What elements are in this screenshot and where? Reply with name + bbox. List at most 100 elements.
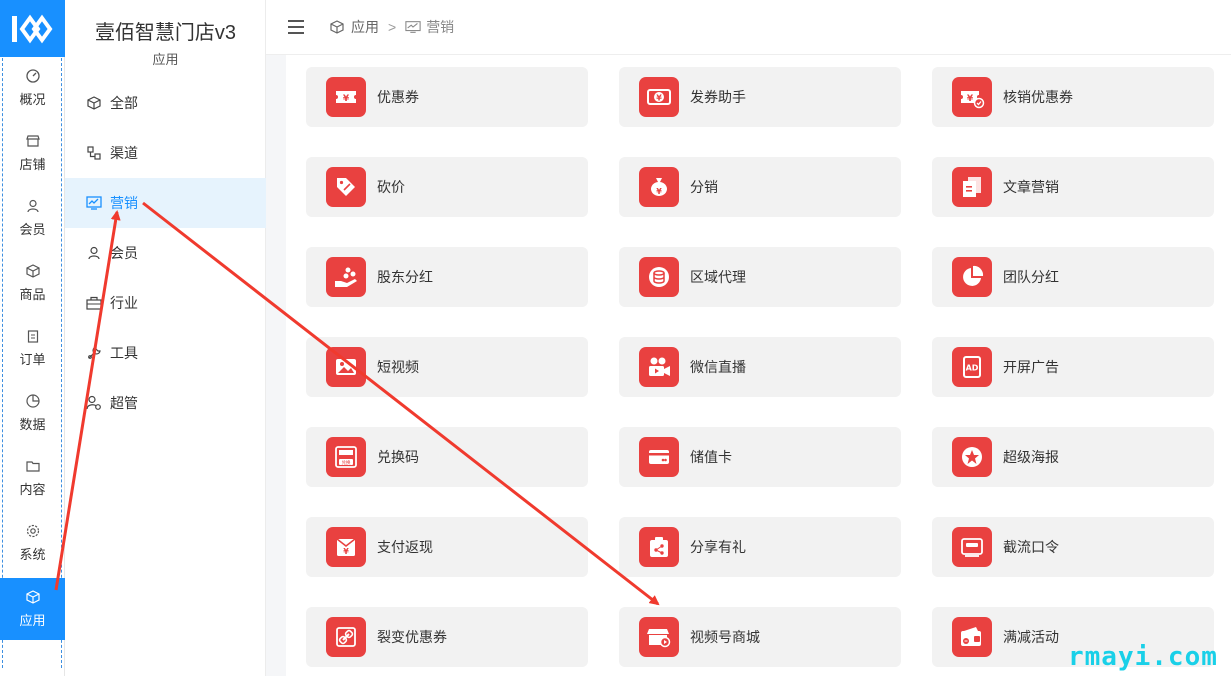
sidebar-item-channel[interactable]: 渠道 xyxy=(65,128,266,178)
app-card-label: 截流口令 xyxy=(1003,539,1059,555)
monitor-chart-icon xyxy=(86,195,102,211)
menu-toggle-icon[interactable] xyxy=(288,20,304,34)
sidebar-item-tools[interactable]: 工具 xyxy=(65,328,266,378)
sidebar-item-label: 营销 xyxy=(110,195,138,211)
store-icon xyxy=(25,133,41,149)
app-card-intercept-password[interactable]: 截流口令 xyxy=(932,517,1214,577)
breadcrumb-apps[interactable]: 应用 xyxy=(351,17,379,37)
pie-chart-icon xyxy=(952,257,992,297)
app-card-label: 储值卡 xyxy=(690,449,732,465)
sidebar-item-industry[interactable]: 行业 xyxy=(65,278,266,328)
app-card-viral-coupon[interactable]: 裂变优惠券 xyxy=(306,607,588,667)
briefcase-icon xyxy=(86,295,102,311)
sidebar-item-admin[interactable]: 超管 xyxy=(65,378,266,428)
shop-video-icon xyxy=(639,617,679,657)
rail-label: 内容 xyxy=(19,482,46,497)
app-card-short-video[interactable]: 短视频 xyxy=(306,337,588,397)
watermark: rmayi.com xyxy=(1068,642,1218,672)
app-card-label: 开屏广告 xyxy=(1003,359,1059,375)
rail-label: 系统 xyxy=(19,547,46,562)
money-bag-icon: ¥ xyxy=(639,167,679,207)
user-icon xyxy=(86,245,102,261)
coupon-check-icon: ¥ xyxy=(952,77,992,117)
rail-item-goods[interactable]: 商品 xyxy=(0,253,65,313)
app-card-label: 兑换码 xyxy=(377,449,419,465)
app-card-distribution[interactable]: ¥ 分销 xyxy=(619,157,901,217)
store-name: 壹佰智慧门店v3 xyxy=(94,22,237,44)
app-card-label: 发券助手 xyxy=(690,89,746,105)
rail-item-data[interactable]: 数据 xyxy=(0,383,65,443)
app-card-coupon[interactable]: ¥ 优惠券 xyxy=(306,67,588,127)
svg-text:¥: ¥ xyxy=(967,94,974,104)
app-card-label: 砍价 xyxy=(377,179,405,195)
sidebar-item-member[interactable]: 会员 xyxy=(65,228,266,278)
share-gift-icon xyxy=(639,527,679,567)
rail-item-store[interactable]: 店铺 xyxy=(0,123,65,183)
rail-item-overview[interactable]: 概况 xyxy=(0,58,65,118)
channel-icon xyxy=(86,145,102,161)
app-card-super-poster[interactable]: 超级海报 xyxy=(932,427,1214,487)
rail-label: 店铺 xyxy=(19,157,46,172)
app-card-stored-value-card[interactable]: 储值卡 xyxy=(619,427,901,487)
ad-icon: AD xyxy=(952,347,992,387)
rail-label: 应用 xyxy=(19,613,46,628)
svg-text:¥: ¥ xyxy=(656,94,662,103)
user-icon xyxy=(25,198,41,214)
svg-text:¥: ¥ xyxy=(656,187,662,196)
monitor-chart-icon xyxy=(405,19,421,35)
app-card-coupon-helper[interactable]: ¥ 发券助手 xyxy=(619,67,901,127)
rail-label: 数据 xyxy=(19,417,46,432)
breadcrumb-marketing: 营销 xyxy=(426,19,455,35)
coupon-icon: ¥ xyxy=(326,77,366,117)
video-icon xyxy=(326,347,366,387)
admin-icon xyxy=(86,395,102,411)
clipboard-icon xyxy=(25,328,41,344)
rail-label: 订单 xyxy=(19,352,46,367)
app-card-label: 裂变优惠券 xyxy=(377,629,447,645)
app-card-label: 视频号商城 xyxy=(690,629,760,645)
dashboard-icon xyxy=(25,68,41,84)
pie-icon xyxy=(25,393,41,409)
folder-icon xyxy=(25,458,41,474)
app-card-bargain[interactable]: 砍价 xyxy=(306,157,588,217)
app-card-channels-store[interactable]: 视频号商城 xyxy=(619,607,901,667)
rail-label: 会员 xyxy=(19,222,46,237)
video-camera-icon xyxy=(639,347,679,387)
app-card-redeem-code[interactable]: 兑换 兑换码 xyxy=(306,427,588,487)
brand-logo[interactable] xyxy=(0,0,65,57)
app-card-regional-agent[interactable]: 区域代理 xyxy=(619,247,901,307)
rail-item-apps[interactable]: 应用 xyxy=(0,578,65,640)
app-card-article-marketing[interactable]: 文章营销 xyxy=(932,157,1214,217)
article-icon xyxy=(952,167,992,207)
app-card-share-gift[interactable]: 分享有礼 xyxy=(619,517,901,577)
star-badge-icon xyxy=(952,437,992,477)
cube-icon xyxy=(86,95,102,111)
app-card-wechat-live[interactable]: 微信直播 xyxy=(619,337,901,397)
svg-text:AD: AD xyxy=(966,364,979,373)
sidebar-item-marketing[interactable]: 营销 xyxy=(65,178,266,228)
rail-label: 概况 xyxy=(19,92,46,107)
app-card-label: 股东分红 xyxy=(377,269,433,285)
password-screen-icon xyxy=(952,527,992,567)
redeem-card-icon: 兑换 xyxy=(326,437,366,477)
secondary-sidebar: 壹佰智慧门店v3 应用 全部 渠道 营销 会员 行业 工具 超管 xyxy=(65,0,266,676)
sidebar-item-label: 会员 xyxy=(110,245,138,261)
cashback-envelope-icon: ¥ xyxy=(326,527,366,567)
sidebar-section-title: 应用 xyxy=(152,52,179,67)
app-card-shareholder-dividend[interactable]: 股东分红 xyxy=(306,247,588,307)
sidebar-item-label: 行业 xyxy=(110,295,138,311)
app-card-label: 团队分红 xyxy=(1003,269,1059,285)
app-card-verify-coupon[interactable]: ¥ 核销优惠券 xyxy=(932,67,1214,127)
app-card-label: 分销 xyxy=(690,179,718,195)
app-card-label: 微信直播 xyxy=(690,359,746,375)
rail-item-content[interactable]: 内容 xyxy=(0,448,65,508)
rail-item-system[interactable]: 系统 xyxy=(0,513,65,573)
rail-item-orders[interactable]: 订单 xyxy=(0,318,65,378)
app-card-label: 支付返现 xyxy=(377,539,433,555)
app-card-splash-ad[interactable]: AD 开屏广告 xyxy=(932,337,1214,397)
app-card-payment-cashback[interactable]: ¥ 支付返现 xyxy=(306,517,588,577)
app-card-team-dividend[interactable]: 团队分红 xyxy=(932,247,1214,307)
sidebar-item-all[interactable]: 全部 xyxy=(65,78,266,128)
rail-item-member[interactable]: 会员 xyxy=(0,188,65,248)
logo-icon xyxy=(11,14,52,43)
